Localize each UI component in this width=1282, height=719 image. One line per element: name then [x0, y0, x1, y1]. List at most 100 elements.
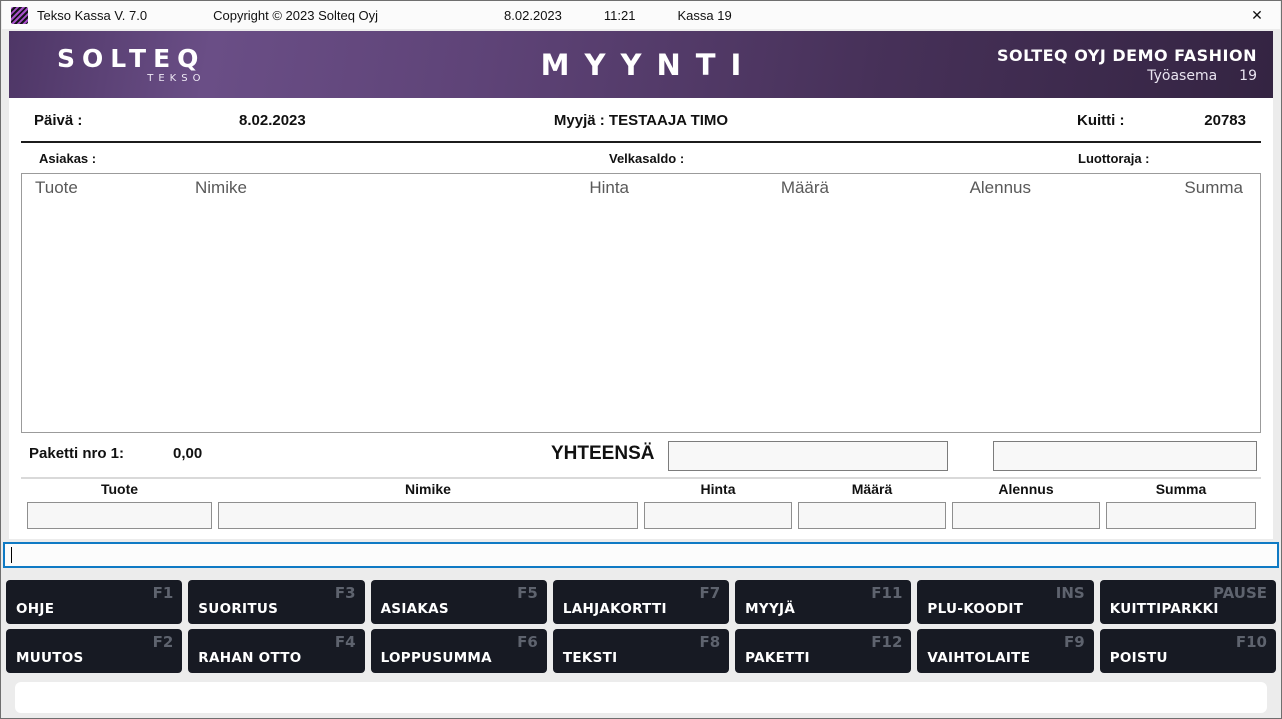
packet-label: Paketti nro 1: — [29, 445, 124, 462]
table-header-row: Tuote Nimike Hinta Määrä Alennus Summa — [22, 174, 1260, 201]
total-amount-field — [668, 441, 948, 471]
title-bar-app-name: Tekso Kassa V. 7.0 — [37, 8, 147, 23]
credit-limit-label: Luottoraja : — [1078, 151, 1150, 166]
button-label: POISTU — [1110, 650, 1168, 666]
button-key: F8 — [699, 633, 720, 651]
receipt-number: 20783 — [1204, 112, 1246, 129]
cash-withdrawal-button[interactable]: RAHAN OTTO F4 — [188, 629, 364, 673]
button-label: LOPPUSUMMA — [381, 650, 492, 666]
title-bar-date: 8.02.2023 — [504, 8, 562, 23]
gift-card-button[interactable]: LAHJAKORTTI F7 — [553, 580, 729, 624]
button-key: F1 — [153, 584, 174, 602]
title-bar-copyright: Copyright © 2023 Solteq Oyj — [213, 8, 378, 23]
button-key: INS — [1056, 584, 1085, 602]
button-key: F6 — [517, 633, 538, 651]
divider-line — [21, 477, 1261, 479]
column-header-name: Nimike — [195, 178, 479, 198]
button-key: F4 — [335, 633, 356, 651]
workstation-value: 19 — [1239, 68, 1257, 84]
product-input[interactable] — [27, 502, 212, 529]
exchange-device-button[interactable]: VAIHTOLAITE F9 — [917, 629, 1093, 673]
button-key: F2 — [153, 633, 174, 651]
text-button[interactable]: TEKSTI F8 — [553, 629, 729, 673]
command-input-wrap — [3, 542, 1279, 568]
table-body-empty — [22, 201, 1260, 427]
totals-row: Paketti nro 1: 0,00 YHTEENSÄ — [9, 435, 1273, 479]
title-bar: Tekso Kassa V. 7.0 Copyright © 2023 Solt… — [2, 1, 1280, 29]
workstation-label: Työasema — [1147, 68, 1217, 84]
exit-button[interactable]: POISTU F10 — [1100, 629, 1276, 673]
button-label: PAKETTI — [745, 650, 810, 666]
company-name: SOLTEQ OYJ DEMO FASHION — [997, 46, 1257, 65]
close-icon[interactable]: ✕ — [1234, 1, 1280, 29]
button-key: F9 — [1064, 633, 1085, 651]
line-entry-section: Tuote Nimike Hinta Määrä Alennus Summa — [9, 481, 1273, 529]
app-header: SOLTEQ TEKSO MYYNTI SOLTEQ OYJ DEMO FASH… — [9, 31, 1273, 98]
info-row-customer: Asiakas : Velkasaldo : Luottoraja : — [9, 144, 1273, 173]
button-key: F7 — [699, 584, 720, 602]
price-input[interactable] — [644, 502, 792, 529]
button-label: MYYJÄ — [745, 601, 795, 617]
function-key-panel: OHJE F1 SUORITUS F3 ASIAKAS F5 LAHJAKORT… — [6, 580, 1276, 673]
button-label: LAHJAKORTTI — [563, 601, 667, 617]
payment-button[interactable]: SUORITUS F3 — [188, 580, 364, 624]
main-area: Päivä : 8.02.2023 Myyjä : TESTAAJA TIMO … — [9, 98, 1273, 539]
column-header-discount: Alennus — [829, 178, 1031, 198]
button-label: KUITTIPARKKI — [1110, 601, 1219, 617]
text-caret — [11, 547, 12, 563]
column-header-sum: Summa — [1031, 178, 1243, 198]
button-label: PLU-KOODIT — [927, 601, 1023, 617]
secondary-amount-field — [993, 441, 1257, 471]
packet-button[interactable]: PAKETTI F12 — [735, 629, 911, 673]
customer-label: Asiakas : — [39, 151, 96, 166]
customer-button[interactable]: ASIAKAS F5 — [371, 580, 547, 624]
entry-inputs-row — [27, 502, 1254, 529]
header-company-block: SOLTEQ OYJ DEMO FASHION Työasema 19 — [997, 46, 1257, 84]
button-key: F3 — [335, 584, 356, 602]
entry-label-quantity: Määrä — [798, 481, 946, 502]
receipt-park-button[interactable]: KUITTIPARKKI PAUSE — [1100, 580, 1276, 624]
button-label: OHJE — [16, 601, 54, 617]
button-label: MUUTOS — [16, 650, 84, 666]
packet-amount: 0,00 — [173, 445, 202, 462]
debt-balance-label: Velkasaldo : — [609, 151, 684, 166]
change-button[interactable]: MUUTOS F2 — [6, 629, 182, 673]
name-input[interactable] — [218, 502, 638, 529]
button-label: TEKSTI — [563, 650, 618, 666]
button-label: RAHAN OTTO — [198, 650, 301, 666]
command-input[interactable] — [5, 544, 1277, 566]
final-sum-button[interactable]: LOPPUSUMMA F6 — [371, 629, 547, 673]
receipt-items-table: Tuote Nimike Hinta Määrä Alennus Summa — [21, 173, 1261, 433]
title-bar-register: Kassa 19 — [677, 8, 731, 23]
entry-labels-row: Tuote Nimike Hinta Määrä Alennus Summa — [27, 481, 1254, 502]
help-button[interactable]: OHJE F1 — [6, 580, 182, 624]
button-label: VAIHTOLAITE — [927, 650, 1030, 666]
column-header-product: Tuote — [35, 178, 195, 198]
button-key: F11 — [871, 584, 902, 602]
quantity-input[interactable] — [798, 502, 946, 529]
button-key: F12 — [871, 633, 902, 651]
entry-label-price: Hinta — [644, 481, 792, 502]
entry-label-product: Tuote — [27, 481, 212, 502]
sum-input[interactable] — [1106, 502, 1256, 529]
column-header-quantity: Määrä — [629, 178, 829, 198]
entry-label-sum: Summa — [1106, 481, 1256, 502]
column-header-price: Hinta — [479, 178, 629, 198]
discount-input[interactable] — [952, 502, 1100, 529]
button-label: ASIAKAS — [381, 601, 449, 617]
button-key: F5 — [517, 584, 538, 602]
total-label: YHTEENSÄ — [551, 443, 654, 465]
info-row-primary: Päivä : 8.02.2023 Myyjä : TESTAAJA TIMO … — [9, 98, 1273, 144]
divider-line — [21, 141, 1261, 143]
entry-label-name: Nimike — [218, 481, 638, 502]
status-bar — [15, 682, 1267, 713]
button-key: PAUSE — [1213, 584, 1267, 602]
entry-label-discount: Alennus — [952, 481, 1100, 502]
button-label: SUORITUS — [198, 601, 278, 617]
seller-button[interactable]: MYYJÄ F11 — [735, 580, 911, 624]
app-window: Tekso Kassa V. 7.0 Copyright © 2023 Solt… — [0, 0, 1282, 719]
app-icon — [11, 7, 28, 24]
plu-codes-button[interactable]: PLU-KOODIT INS — [917, 580, 1093, 624]
button-key: F10 — [1236, 633, 1267, 651]
title-bar-time: 11:21 — [604, 8, 636, 23]
